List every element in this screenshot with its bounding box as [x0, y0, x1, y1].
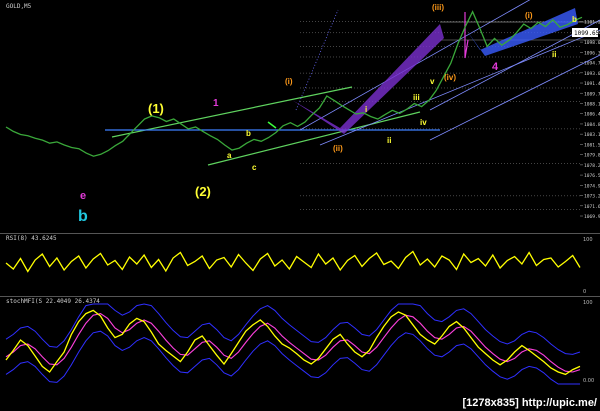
stoch-axis-max: 100 [583, 300, 593, 306]
wave-label-wave-iii-paren: (iii) [432, 3, 444, 12]
wave-label-wave-iv-paren: (iv) [444, 73, 456, 82]
stochmfi-pane-background [0, 296, 600, 411]
rsi-axis-min: 0 [583, 289, 586, 295]
wave-label-wave-b-top: b [572, 15, 577, 24]
wave-label-wave-1: (1) [148, 101, 164, 116]
stoch-axis-min: 0.00 [583, 378, 594, 384]
wave-label-mag-e: e [80, 190, 86, 202]
price-tick-label: 1098.00 [584, 40, 600, 46]
wave-label-wave-v-small: v [430, 77, 435, 86]
stochmfi-pane-title: stochMFI(S 22.4049 26.4374 [6, 298, 100, 305]
wave-label-cyan-b: b [78, 208, 88, 225]
price-tick-label: 1096.35 [584, 50, 600, 56]
current-price-label: 1099.65 [574, 30, 600, 37]
price-tick-label: 1076.55 [584, 173, 600, 179]
price-tick-label: 1069.95 [584, 214, 600, 220]
price-pane[interactable]: 1101.301099.651098.001096.351094.701093.… [0, 0, 600, 232]
main-pane-title: GOLD,M5 [6, 3, 32, 10]
price-tick-label: 1101.30 [584, 20, 600, 26]
wave-label-mag-4: 4 [492, 61, 499, 73]
price-tick-label: 1091.40 [584, 81, 600, 87]
wave-label-wave-iii-small: iii [413, 93, 420, 102]
price-pane-background [0, 0, 600, 232]
wave-label-wave-i-small: i [365, 105, 367, 114]
wave-label-wave-b: b [246, 129, 251, 138]
wave-label-wave-a: a [227, 151, 232, 160]
price-tick-label: 1083.15 [584, 132, 600, 138]
price-tick-label: 1089.75 [584, 91, 600, 97]
price-tick-label: 1084.80 [584, 122, 600, 128]
wave-label-wave-iv-small: iv [420, 118, 427, 127]
wave-label-wave-i-paren: (i) [285, 77, 293, 86]
wave-label-wave-2: (2) [195, 184, 211, 199]
price-tick-label: 1086.45 [584, 112, 600, 118]
rsi-axis-max: 100 [583, 237, 593, 243]
chart-window: 1101.301099.651098.001096.351094.701093.… [0, 0, 600, 411]
price-tick-label: 1074.90 [584, 183, 600, 189]
price-tick-label: 1078.20 [584, 163, 600, 169]
footer-watermark: [1278x835] http://upic.me/ [462, 397, 598, 409]
price-tick-label: 1079.85 [584, 153, 600, 159]
rsi-pane-title: RSI(8) 43.6245 [6, 235, 57, 242]
wave-label-wave-ii-small: ii [387, 136, 391, 145]
price-tick-label: 1071.60 [584, 204, 600, 210]
wave-label-mag-1: 1 [213, 98, 219, 109]
price-tick-label: 1073.25 [584, 194, 600, 200]
wave-label-wave-ii-paren: (ii) [333, 144, 343, 153]
price-tick-label: 1088.10 [584, 101, 600, 107]
wave-label-wave-ii-right: ii [552, 50, 556, 59]
rsi-pane-background [0, 233, 600, 295]
stochmfi-pane[interactable]: 100 0.00 [0, 296, 600, 411]
rsi-pane[interactable]: 100 0 [0, 233, 600, 295]
wave-label-wave-c: c [252, 163, 257, 172]
wave-label-wave-i-paren-top: (i) [525, 11, 533, 20]
price-tick-label: 1081.50 [584, 142, 600, 148]
price-tick-label: 1093.05 [584, 71, 600, 77]
